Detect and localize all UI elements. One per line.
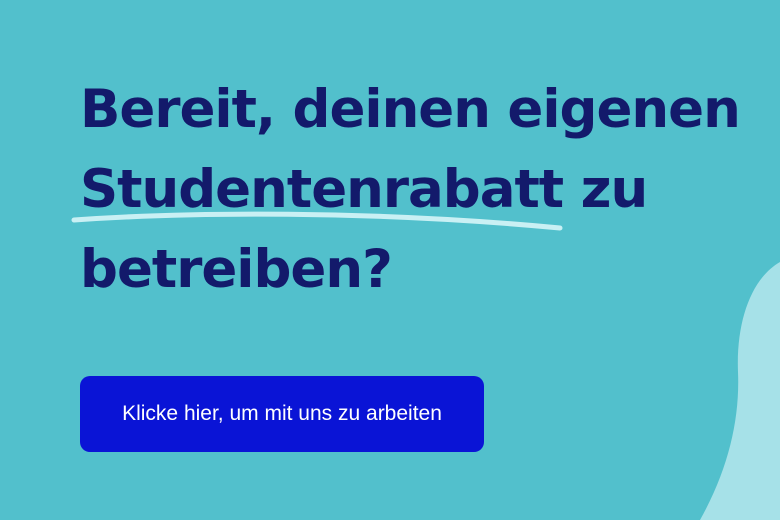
headline-line-2: Studentenrabatt zu [80, 159, 648, 220]
headline: Bereit, deinen eigenen Studentenrabatt z… [80, 70, 770, 310]
cta-button[interactable]: Klicke hier, um mit uns zu arbeiten [80, 376, 484, 452]
promo-banner: Bereit, deinen eigenen Studentenrabatt z… [0, 0, 780, 520]
headline-line-3: betreiben? [80, 239, 393, 300]
headline-line-1: Bereit, deinen eigenen [80, 79, 741, 140]
